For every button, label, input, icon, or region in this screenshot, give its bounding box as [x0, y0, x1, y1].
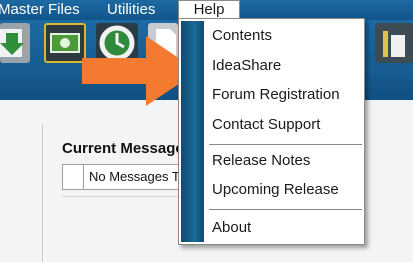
chart-icon[interactable]: [375, 23, 413, 63]
menu-stripe: [181, 21, 204, 242]
menu-item-contents[interactable]: Contents: [212, 26, 272, 46]
menu-item-release-notes[interactable]: Release Notes: [212, 151, 310, 171]
table-divider: [62, 196, 192, 197]
money-icon[interactable]: [44, 23, 86, 63]
menu-item-about[interactable]: About: [212, 218, 251, 238]
menu-item-contact-support[interactable]: Contact Support: [212, 115, 320, 135]
messages-table: No Messages To Display: [62, 164, 232, 190]
menu-item-upcoming-release[interactable]: Upcoming Release: [212, 180, 339, 200]
menu-item-forum-registration[interactable]: Forum Registration: [212, 85, 340, 105]
download-icon[interactable]: [0, 23, 30, 63]
panel-divider: [42, 124, 43, 262]
menu-utilities[interactable]: Utilities: [107, 1, 155, 19]
menu-bar: Master Files Utilities Help: [0, 0, 413, 20]
menu-item-ideashare[interactable]: IdeaShare: [212, 56, 281, 76]
menu-separator: [209, 144, 362, 145]
table-gutter: [83, 165, 84, 189]
help-dropdown-menu: Contents IdeaShare Forum Registration Co…: [178, 18, 365, 245]
menu-master-files[interactable]: Master Files: [0, 1, 80, 19]
menu-separator: [209, 209, 362, 210]
menu-help[interactable]: Help: [178, 0, 240, 19]
messages-title: Current Message: [62, 140, 182, 157]
